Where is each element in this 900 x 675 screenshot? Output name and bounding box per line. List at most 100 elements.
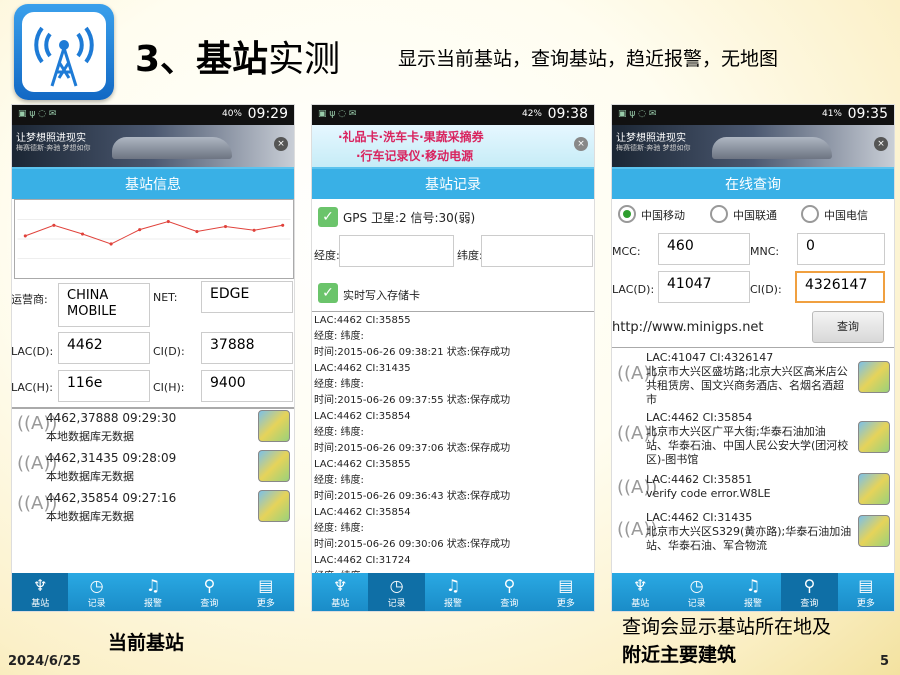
map-icon[interactable] bbox=[258, 450, 290, 482]
tab-alarm[interactable]: ♫ 报警 bbox=[725, 573, 781, 611]
list-icon: ▤ bbox=[558, 576, 574, 595]
tower-icon: ((A)) bbox=[617, 519, 658, 540]
tower-icon: ♆ bbox=[633, 576, 648, 595]
clock-icon: ◷ bbox=[689, 576, 704, 595]
tab-records[interactable]: ◷ 记录 bbox=[68, 573, 124, 611]
ci-input[interactable]: 4326147 bbox=[795, 271, 885, 303]
item-detail: 本地数据库无数据 bbox=[46, 470, 134, 483]
map-icon[interactable] bbox=[858, 515, 890, 547]
record-entry: LAC:4462 CI:35854 经度: 纬度: 时间:2015-06-26 09… bbox=[314, 507, 511, 550]
radio-telecom[interactable] bbox=[801, 205, 819, 223]
operator-field: CHINA MOBILE bbox=[58, 283, 150, 327]
close-ad-icon[interactable]: × bbox=[874, 137, 888, 151]
result-item[interactable]: ((A)) LAC:4462 CI:35851 verify code error… bbox=[612, 471, 894, 507]
tab-alarm[interactable]: ♫ 报警 bbox=[425, 573, 481, 611]
lng-input[interactable] bbox=[339, 235, 454, 267]
lat-input[interactable] bbox=[481, 235, 593, 267]
tab-label: 查询 bbox=[800, 599, 819, 609]
caption-query-2: 附近主要建筑 bbox=[622, 644, 737, 666]
sd-label: 实时写入存储卡 bbox=[343, 289, 420, 302]
tab-records[interactable]: ◷ 记录 bbox=[668, 573, 724, 611]
data-point bbox=[166, 219, 170, 224]
car-image bbox=[712, 137, 832, 159]
bell-icon: ♫ bbox=[445, 576, 461, 595]
list-item[interactable]: ((A)) 4462,35854 09:27:16 本地数据库无数据 bbox=[12, 487, 294, 527]
page-number: 5 bbox=[880, 654, 890, 669]
tab-tower[interactable]: ♆ 基站 bbox=[12, 573, 69, 611]
lng-label: 经度: bbox=[314, 249, 340, 262]
net-field: EDGE bbox=[201, 281, 293, 313]
gps-checkbox[interactable]: ✓ bbox=[318, 207, 338, 227]
list-item[interactable]: ((A)) 4462,31435 09:28:09 本地数据库无数据 bbox=[12, 447, 294, 487]
tab-search[interactable]: ⚲ 查询 bbox=[781, 573, 838, 611]
clock-icon: ◷ bbox=[89, 576, 104, 595]
result-item[interactable]: ((A)) LAC:4462 CI:31435 北京市大兴区S329(黄亦路);华… bbox=[612, 509, 894, 559]
cell-tower-icon bbox=[34, 26, 94, 87]
result-text: LAC:41047 CI:4326147 北京市大兴区盛坊路;北京大兴区高米店公共… bbox=[646, 351, 848, 406]
tab-more[interactable]: ▤ 更多 bbox=[238, 573, 294, 611]
url-text[interactable]: http://www.minigps.net bbox=[612, 320, 764, 335]
lac-input[interactable]: 41047 bbox=[658, 271, 750, 303]
sd-checkbox[interactable]: ✓ bbox=[318, 283, 338, 303]
tab-search[interactable]: ⚲ 查询 bbox=[481, 573, 537, 611]
list-icon: ▤ bbox=[858, 576, 874, 595]
tab-label: 查询 bbox=[500, 599, 519, 609]
result-item[interactable]: ((A)) LAC:41047 CI:4326147 北京市大兴区盛坊路;北京大兴… bbox=[612, 349, 894, 409]
lac-label: LAC(D): bbox=[612, 283, 655, 296]
radio-unicom[interactable] bbox=[710, 205, 728, 223]
tab-label: 报警 bbox=[444, 599, 463, 609]
mnc-input[interactable]: 0 bbox=[797, 233, 885, 265]
map-icon[interactable] bbox=[858, 473, 890, 505]
data-point bbox=[80, 232, 85, 236]
tab-search[interactable]: ⚲ 查询 bbox=[181, 573, 237, 611]
ad-subtext: 梅赛德斯·奔驰 梦想如你 bbox=[16, 144, 91, 152]
ad-banner[interactable]: 让梦想照进现实 梅赛德斯·奔驰 梦想如你 × bbox=[612, 125, 894, 167]
mcc-input[interactable]: 460 bbox=[658, 233, 750, 265]
divider bbox=[312, 311, 594, 312]
tab-alarm[interactable]: ♫ 报警 bbox=[125, 573, 181, 611]
map-icon[interactable] bbox=[858, 421, 890, 453]
battery-level: 41% bbox=[821, 109, 842, 119]
mnc-label: MNC: bbox=[750, 245, 780, 258]
ad-banner[interactable]: 让梦想照进现实 梅赛德斯·奔驰 梦想如你 × bbox=[12, 125, 294, 167]
data-point bbox=[138, 228, 142, 232]
tower-icon: ((A)) bbox=[617, 363, 658, 384]
tower-icon: ((A)) bbox=[617, 477, 658, 498]
tab-label: 查询 bbox=[200, 599, 219, 609]
signal-chart bbox=[14, 199, 294, 279]
tab-tower[interactable]: ♆ 基站 bbox=[312, 573, 368, 611]
data-point bbox=[281, 223, 285, 227]
app-logo bbox=[14, 4, 114, 100]
close-ad-icon[interactable]: × bbox=[274, 137, 288, 151]
tab-tower[interactable]: ♆ 基站 bbox=[612, 573, 668, 611]
map-icon[interactable] bbox=[258, 490, 290, 522]
tab-more[interactable]: ▤ 更多 bbox=[538, 573, 594, 611]
tab-bar: ♆ 基站 ◷ 记录 ♫ 报警 ⚲ 查询 ▤ 更多 bbox=[12, 573, 294, 611]
lacd-field: 4462 bbox=[58, 332, 150, 364]
phone-screen-query: ▣ ψ ◌ ✉ 41% 09:35 让梦想照进现实 梅赛德斯·奔驰 梦想如你 ×… bbox=[611, 104, 895, 612]
ci-label: CI(D): bbox=[750, 283, 782, 296]
item-title: 4462,31435 09:28:09 bbox=[46, 451, 177, 465]
status-bar: ▣ ψ ◌ ✉ 41% 09:35 bbox=[612, 105, 894, 125]
tab-label: 记录 bbox=[387, 599, 406, 609]
result-item[interactable]: ((A)) LAC:4462 CI:35854 北京市大兴区广平大街;华泰石油加油… bbox=[612, 409, 894, 469]
tab-records[interactable]: ◷ 记录 bbox=[368, 573, 425, 611]
bell-icon: ♫ bbox=[145, 576, 161, 595]
map-icon[interactable] bbox=[258, 410, 290, 442]
ad-text: ·行车记录仪·移动电源 bbox=[356, 149, 474, 163]
slide-subtitle: 显示当前基站，查询基站，趋近报警，无地图 bbox=[398, 48, 779, 70]
search-icon: ⚲ bbox=[503, 576, 516, 595]
tab-label: 更多 bbox=[256, 599, 275, 609]
map-icon[interactable] bbox=[858, 361, 890, 393]
close-ad-icon[interactable]: × bbox=[574, 137, 588, 151]
cih-field: 9400 bbox=[201, 370, 293, 402]
record-entry: LAC:4462 CI:35855 经度: 纬度: 时间:2015-06-26 09… bbox=[314, 459, 511, 502]
result-text: LAC:4462 CI:35854 北京市大兴区广平大街;华泰石油加油 站、华泰石油… bbox=[646, 411, 849, 466]
list-item[interactable]: ((A)) 4462,37888 09:29:30 本地数据库无数据 bbox=[12, 407, 294, 447]
ad-banner[interactable]: ·礼品卡·洗车卡·果蔬采摘券 ·行车记录仪·移动电源 × bbox=[312, 125, 594, 167]
clock: 09:29 bbox=[247, 106, 288, 122]
radio-mobile[interactable] bbox=[618, 205, 636, 223]
tab-more[interactable]: ▤ 更多 bbox=[838, 573, 894, 611]
query-button[interactable]: 查询 bbox=[812, 311, 884, 343]
cid-label: CI(D): bbox=[153, 345, 185, 358]
